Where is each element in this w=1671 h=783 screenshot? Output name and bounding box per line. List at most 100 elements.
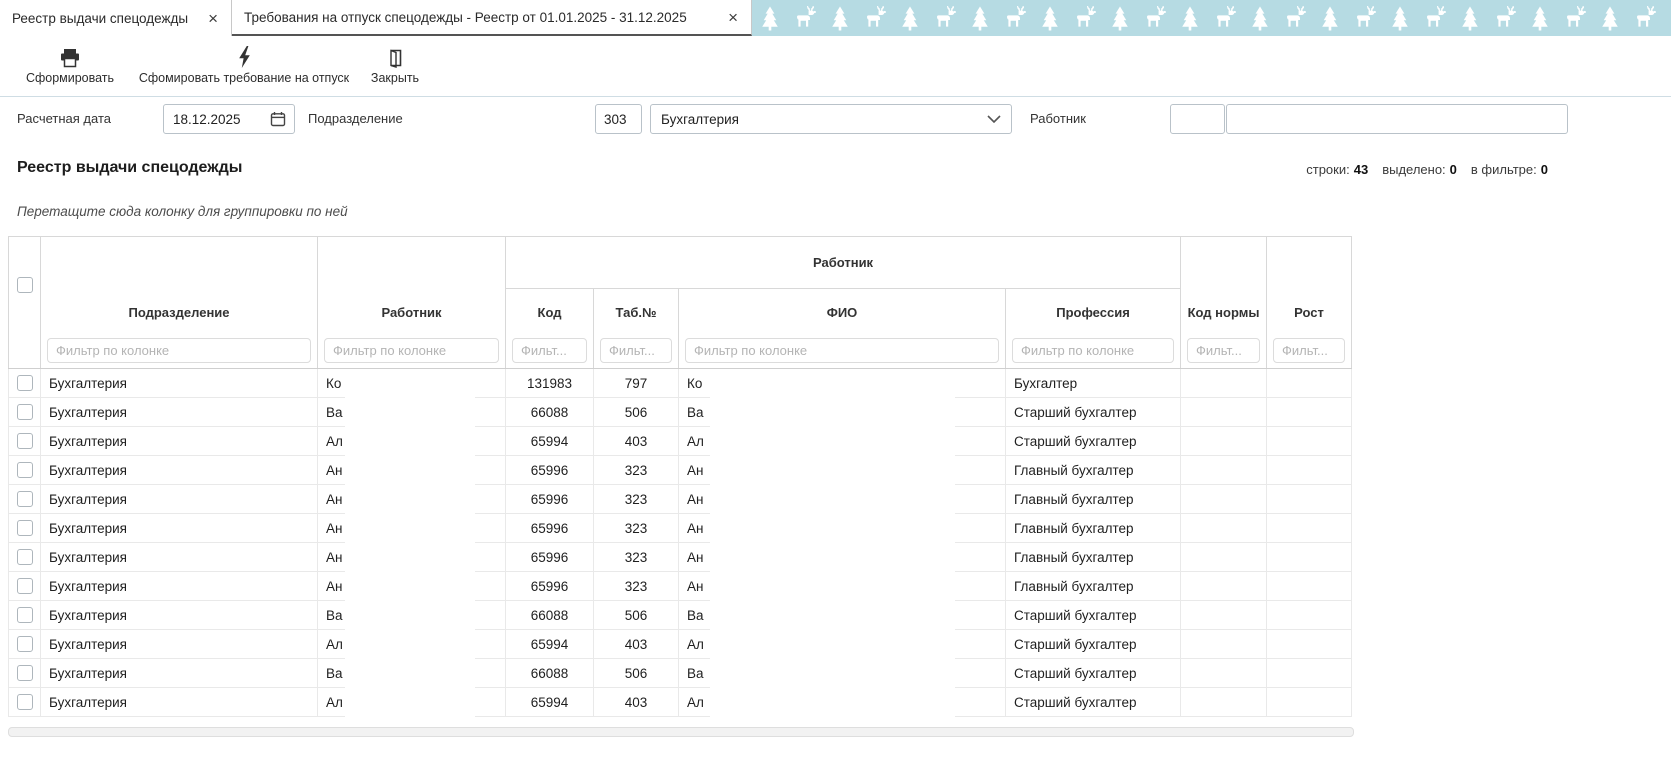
cell-department: Бухгалтерия — [41, 514, 318, 543]
row-checkbox[interactable] — [17, 665, 33, 681]
table-row[interactable]: Бухгалтерия Ан 65996 323 Ан Главный бухг… — [9, 543, 1352, 572]
department-code-input[interactable] — [595, 104, 642, 134]
rows-stat-label: строки: — [1306, 162, 1349, 177]
cell-code: 66088 — [506, 601, 594, 630]
selected-stat-label: выделено: — [1382, 162, 1445, 177]
cell-norm-code — [1181, 427, 1267, 456]
column-filter-code[interactable] — [512, 338, 587, 363]
horizontal-scrollbar[interactable] — [8, 727, 1354, 737]
reindeer-icon — [1492, 6, 1518, 30]
column-filter-fio[interactable] — [685, 338, 999, 363]
door-exit-icon — [386, 45, 404, 68]
employee-name-input[interactable] — [1226, 104, 1568, 134]
band-header-employee: Работник — [506, 237, 1181, 289]
page-title: Реестр выдачи спецодежды — [17, 159, 242, 177]
column-filter-employee[interactable] — [324, 338, 499, 363]
cell-norm-code — [1181, 659, 1267, 688]
grid-container: Подразделение Работник Работник Код норм… — [8, 236, 1352, 717]
row-checkbox[interactable] — [17, 433, 33, 449]
table-row[interactable]: Бухгалтерия Ал 65994 403 Ал Старший бухг… — [9, 630, 1352, 659]
row-checkbox[interactable] — [17, 636, 33, 652]
row-checkbox-cell — [9, 688, 41, 717]
table-row[interactable]: Бухгалтерия Ва 66088 506 Ва Старший бухг… — [9, 398, 1352, 427]
cell-height — [1267, 543, 1352, 572]
cell-department: Бухгалтерия — [41, 630, 318, 659]
cell-profession: Главный бухгалтер — [1006, 485, 1181, 514]
cell-tab-no: 323 — [594, 543, 679, 572]
cell-department: Бухгалтерия — [41, 543, 318, 572]
column-header-fio[interactable]: ФИО — [679, 289, 1006, 333]
main-content: Реестр выдачи спецодежды строки:43 выдел… — [0, 141, 1671, 783]
cell-department: Бухгалтерия — [41, 456, 318, 485]
group-by-drop-zone[interactable]: Перетащите сюда колонку для группировки … — [17, 204, 348, 219]
table-row[interactable]: Бухгалтерия Ал 65994 403 Ал Старший бухг… — [9, 427, 1352, 456]
filter-cell — [318, 333, 506, 369]
column-header-employee[interactable]: Работник — [318, 237, 506, 333]
column-header-height[interactable]: Рост — [1267, 237, 1352, 333]
column-filter-norm-code[interactable] — [1187, 338, 1260, 363]
table-row[interactable]: Бухгалтерия Ко 131983 797 Ко Бухгалтер — [9, 369, 1352, 398]
column-header-department[interactable]: Подразделение — [41, 237, 318, 333]
tab-registry[interactable]: Реестр выдачи спецодежды × — [0, 0, 232, 36]
cell-profession: Главный бухгалтер — [1006, 543, 1181, 572]
column-filter-tab-no[interactable] — [600, 338, 672, 363]
cell-department: Бухгалтерия — [41, 398, 318, 427]
cell-department: Бухгалтерия — [41, 485, 318, 514]
row-checkbox[interactable] — [17, 404, 33, 420]
row-checkbox-cell — [9, 543, 41, 572]
grid-body: Бухгалтерия Ко 131983 797 Ко Бухгалтер Б… — [9, 369, 1352, 717]
row-checkbox[interactable] — [17, 491, 33, 507]
chevron-down-icon — [987, 115, 1001, 123]
christmas-tree-icon — [1322, 6, 1338, 31]
christmas-tree-icon — [1252, 6, 1268, 31]
calc-date-input[interactable] — [164, 112, 268, 127]
reindeer-icon — [792, 6, 818, 30]
select-all-checkbox[interactable] — [17, 277, 33, 293]
christmas-tree-icon — [1602, 6, 1618, 31]
table-row[interactable]: Бухгалтерия Ал 65994 403 Ал Старший бухг… — [9, 688, 1352, 717]
row-checkbox[interactable] — [17, 607, 33, 623]
department-select[interactable]: Бухгалтерия — [650, 104, 1012, 134]
close-button[interactable]: Закрыть — [362, 41, 428, 93]
reindeer-icon — [932, 6, 958, 30]
tab-close-icon[interactable]: × — [205, 9, 221, 28]
column-filter-department[interactable] — [47, 338, 311, 363]
column-header-code[interactable]: Код — [506, 289, 594, 333]
row-checkbox[interactable] — [17, 375, 33, 391]
calendar-icon[interactable] — [268, 111, 288, 127]
column-header-norm-code[interactable]: Код нормы — [1181, 237, 1267, 333]
lightning-icon — [237, 45, 252, 68]
column-header-profession[interactable]: Профессия — [1006, 289, 1181, 333]
create-request-button[interactable]: Сфомировать требование на отпуск — [130, 41, 358, 93]
tab-requests[interactable]: Требования на отпуск спецодежды - Реестр… — [232, 0, 752, 36]
reindeer-icon — [1422, 6, 1448, 30]
cell-norm-code — [1181, 514, 1267, 543]
cell-height — [1267, 369, 1352, 398]
table-row[interactable]: Бухгалтерия Ан 65996 323 Ан Главный бухг… — [9, 485, 1352, 514]
cell-tab-no: 797 — [594, 369, 679, 398]
row-checkbox[interactable] — [17, 462, 33, 478]
table-row[interactable]: Бухгалтерия Ан 65996 323 Ан Главный бухг… — [9, 456, 1352, 485]
generate-button[interactable]: Сформировать — [14, 41, 126, 93]
row-checkbox[interactable] — [17, 578, 33, 594]
table-row[interactable]: Бухгалтерия Ан 65996 323 Ан Главный бухг… — [9, 514, 1352, 543]
row-checkbox[interactable] — [17, 549, 33, 565]
row-checkbox[interactable] — [17, 694, 33, 710]
employee-code-input[interactable] — [1170, 104, 1225, 134]
cell-tab-no: 323 — [594, 485, 679, 514]
toolbar: Сформировать Сфомировать требование на о… — [0, 36, 1671, 97]
row-checkbox[interactable] — [17, 520, 33, 536]
reindeer-icon — [1072, 6, 1098, 30]
column-filter-profession[interactable] — [1012, 338, 1174, 363]
column-header-tab-no[interactable]: Таб.№ — [594, 289, 679, 333]
cell-height — [1267, 485, 1352, 514]
privacy-redaction-overlay — [345, 369, 475, 721]
table-row[interactable]: Бухгалтерия Ва 66088 506 Ва Старший бухг… — [9, 601, 1352, 630]
create-request-button-label: Сфомировать требование на отпуск — [139, 71, 349, 85]
column-filter-height[interactable] — [1273, 338, 1345, 363]
tab-close-icon[interactable]: × — [725, 8, 741, 27]
table-row[interactable]: Бухгалтерия Ан 65996 323 Ан Главный бухг… — [9, 572, 1352, 601]
christmas-tree-icon — [1532, 6, 1548, 31]
cell-department: Бухгалтерия — [41, 659, 318, 688]
table-row[interactable]: Бухгалтерия Ва 66088 506 Ва Старший бухг… — [9, 659, 1352, 688]
